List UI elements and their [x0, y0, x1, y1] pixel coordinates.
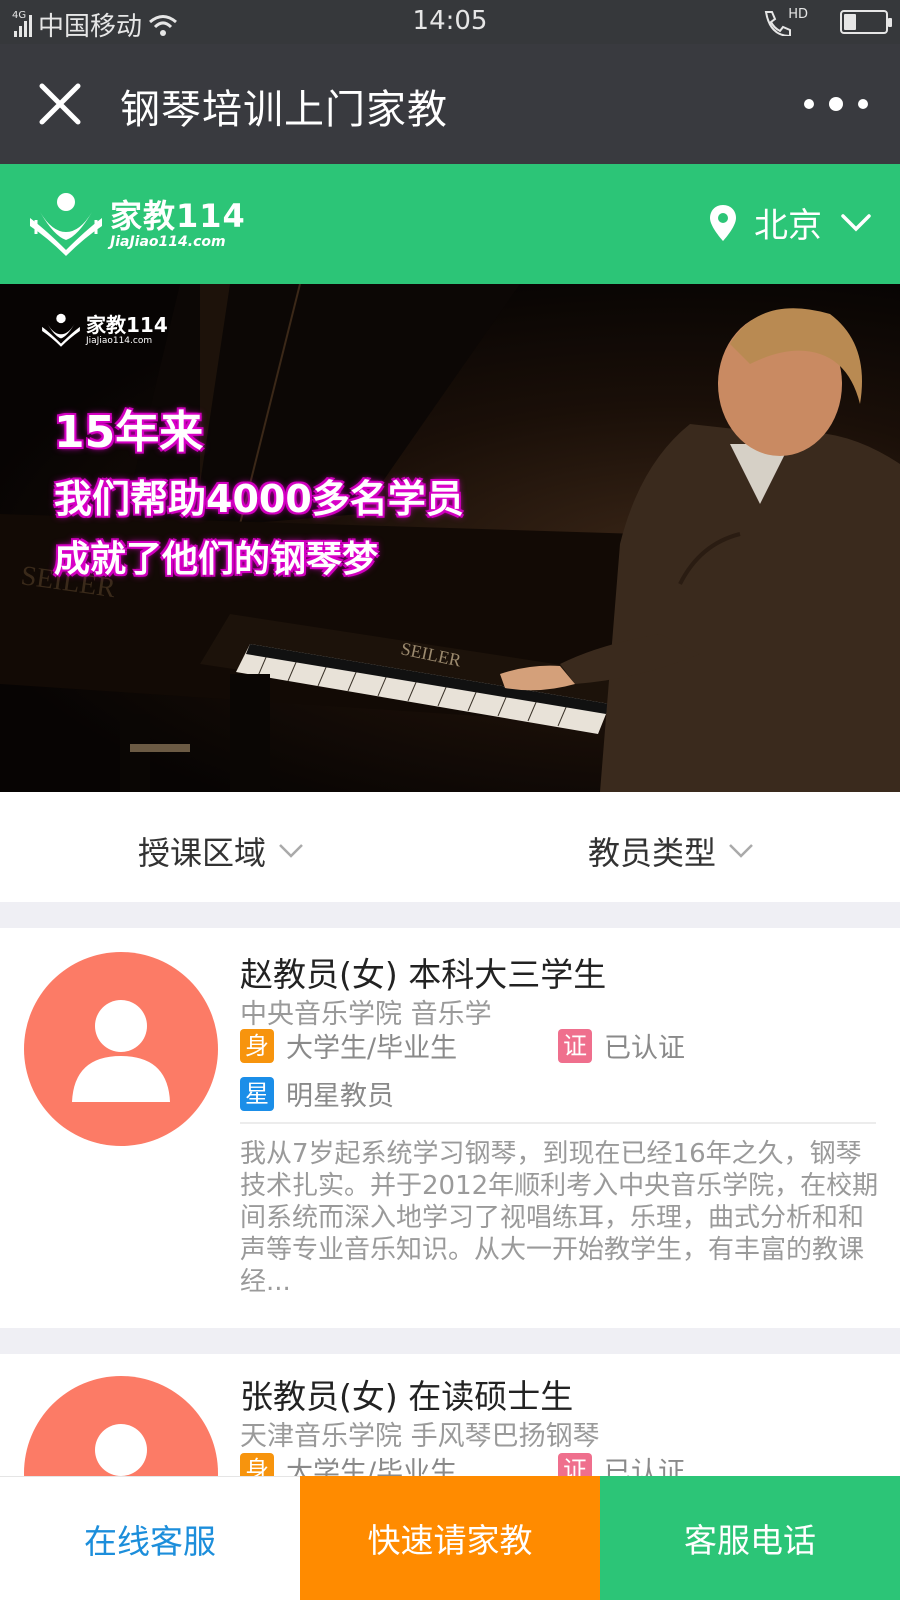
logo-name: 家教114 [110, 197, 246, 235]
page-title: 钢琴培训上门家教 [120, 87, 448, 133]
banner-headline-1: 15年来 [54, 407, 204, 458]
tutor-intro: 我从7岁起系统学习钢琴，到现在已经16年之久，钢琴技术扎实。并于2012年顺利考… [240, 1139, 879, 1297]
certified-badge: 证 [558, 1452, 592, 1476]
tutor-school: 天津音乐学院 手风琴巴扬钢琴 [240, 1421, 600, 1452]
avatar [24, 1376, 218, 1476]
logo[interactable]: 家教114 JiaJiao114.com [26, 188, 256, 260]
certified-badge: 证 [558, 1028, 592, 1063]
tutor-card[interactable]: 张教员(女) 在读硕士生 天津音乐学院 手风琴巴扬钢琴 身 大学生/毕业生 证 … [0, 1354, 900, 1476]
certified-tag: 证 已认证 [558, 1450, 685, 1476]
filter-type-dropdown[interactable]: 教员类型 [588, 828, 754, 874]
quick-request-button[interactable]: 快速请家教 [300, 1476, 600, 1600]
identity-text: 大学生/毕业生 [286, 1033, 458, 1064]
certified-text: 已认证 [604, 1033, 685, 1064]
banner-logo: 家教114 JiaJiao114.com [40, 312, 168, 348]
star-badge: 星 [240, 1076, 274, 1111]
hd-label: HD [788, 6, 808, 22]
tutor-name: 张教员(女) 在读硕士生 [240, 1377, 574, 1416]
close-icon[interactable] [32, 76, 88, 132]
identity-tag: 身 大学生/毕业生 [240, 1450, 457, 1476]
banner-headline-2: 我们帮助4000多名学员 [54, 477, 464, 521]
filter-bar: 授课区域 教员类型 [0, 792, 900, 902]
bottom-action-bar: 在线客服 快速请家教 客服电话 [0, 1476, 900, 1600]
user-icon [72, 1000, 170, 1102]
section-divider [0, 1328, 900, 1354]
nav-bar: 钢琴培训上门家教 [0, 44, 900, 164]
filter-area-dropdown[interactable]: 授课区域 [138, 828, 304, 874]
section-divider [0, 902, 900, 928]
banner-headline-3: 成就了他们的钢琴梦 [54, 539, 379, 580]
certified-text: 已认证 [604, 1457, 685, 1476]
online-service-button[interactable]: 在线客服 [0, 1476, 300, 1600]
chevron-down-icon [279, 844, 303, 858]
user-icon [95, 1424, 147, 1476]
star-text: 明星教员 [286, 1081, 394, 1112]
city-selector[interactable]: 北京 [710, 198, 872, 247]
brand-bar: 家教114 JiaJiao114.com 北京 [0, 164, 900, 284]
tutor-card[interactable]: 赵教员(女) 本科大三学生 中央音乐学院 音乐学 身 大学生/毕业生 证 已认证… [0, 928, 900, 1328]
logo-book-icon [42, 313, 80, 347]
filter-type-label: 教员类型 [588, 834, 717, 872]
banner-logo-name: 家教114 [86, 313, 168, 337]
card-divider [240, 1122, 876, 1124]
tutor-name: 赵教员(女) 本科大三学生 [240, 955, 607, 994]
chevron-down-icon [729, 844, 753, 858]
chevron-down-icon [841, 213, 871, 231]
identity-text: 大学生/毕业生 [286, 1457, 458, 1476]
certified-tag: 证 已认证 [558, 1026, 685, 1065]
filter-area-label: 授课区域 [138, 834, 267, 872]
more-icon[interactable] [804, 88, 868, 120]
banner-logo-url: JiaJiao114.com [86, 336, 153, 346]
promo-banner[interactable]: SEILER SEILER 家教114 JiaJiao114.com 15年来 … [0, 284, 900, 792]
identity-badge: 身 [240, 1452, 274, 1476]
logo-url: JiaJiao114.com [110, 234, 226, 250]
service-phone-button[interactable]: 客服电话 [600, 1476, 900, 1600]
star-tag: 星 明星教员 [240, 1074, 394, 1113]
logo-book-icon [30, 193, 102, 256]
identity-tag: 身 大学生/毕业生 [240, 1026, 457, 1065]
battery-level [844, 14, 856, 30]
identity-badge: 身 [240, 1028, 274, 1063]
status-bar: 4G 中国移动 14:05 HD [0, 0, 900, 44]
battery-icon [840, 10, 892, 34]
location-pin-icon [710, 204, 736, 241]
city-label: 北京 [754, 206, 822, 246]
avatar [24, 952, 218, 1146]
